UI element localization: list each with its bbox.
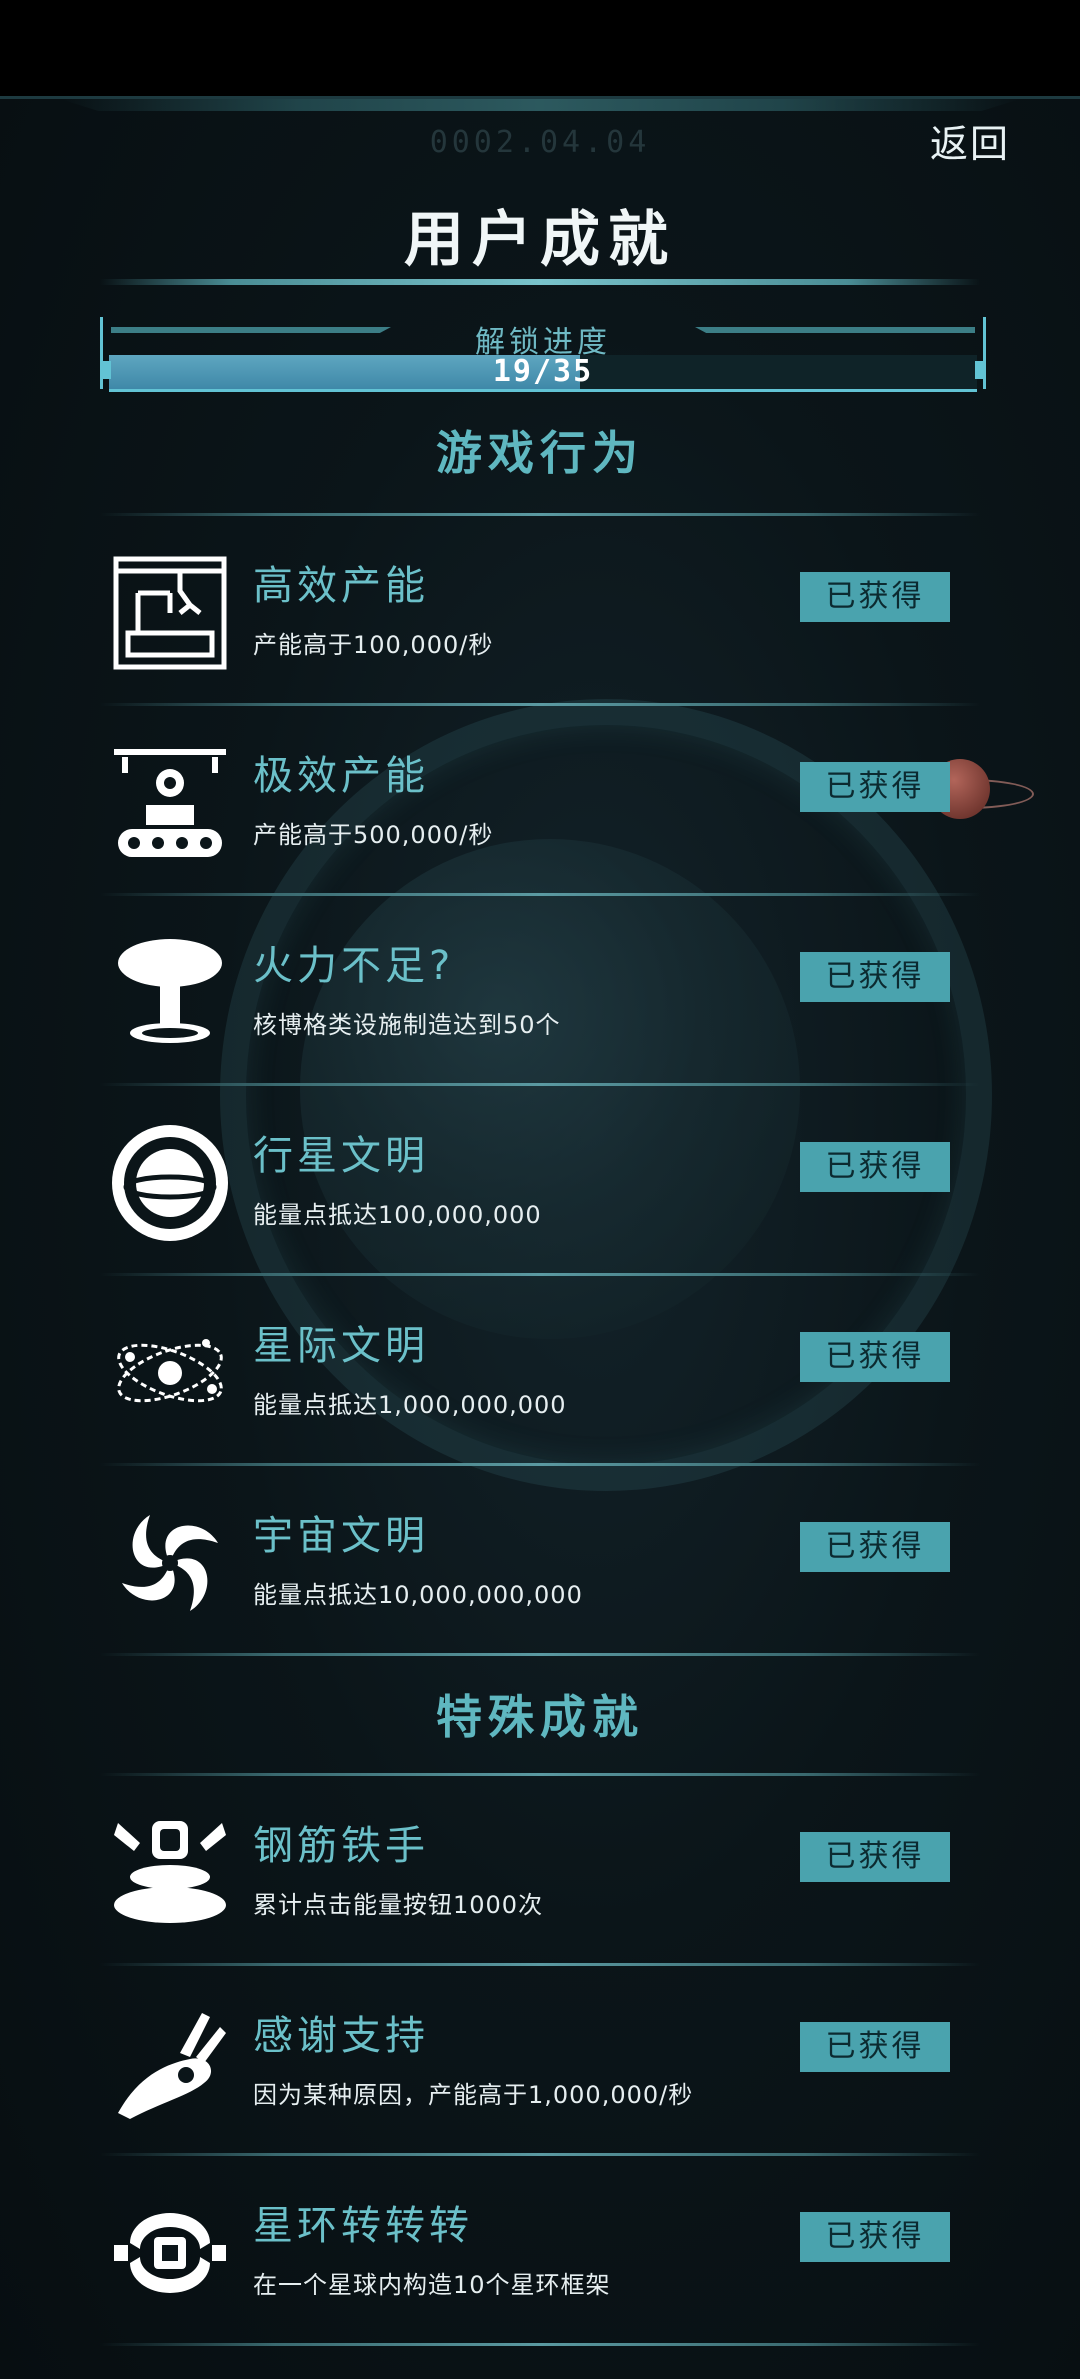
gear-conveyor-icon	[114, 749, 226, 857]
achievement-name: 宇宙文明	[253, 1513, 429, 1559]
spiral-galaxy-icon	[122, 1515, 218, 1611]
achievement-item: 极效产能 产能高于500,000/秒 已获得	[100, 703, 980, 893]
item-divider	[100, 2343, 980, 2346]
panel-top-glow	[60, 99, 1020, 111]
achievement-desc: 能量点抵达10,000,000,000	[253, 1581, 583, 1609]
achievement-status-badge: 已获得	[800, 762, 950, 812]
progress-deco-right	[695, 327, 975, 333]
achievement-status-badge: 已获得	[800, 1142, 950, 1192]
achievements-panel: 0002.04.04 返回 用户成就 解锁进度 19/35 游戏行为 高效产能	[0, 96, 1080, 2379]
achievement-status-badge: 已获得	[800, 1522, 950, 1572]
achievement-desc: 因为某种原因，产能高于1,000,000/秒	[253, 2081, 694, 2109]
achievement-item: 火力不足? 核博格类设施制造达到50个 已获得	[100, 893, 980, 1083]
ok-hand-icon	[118, 2013, 226, 2119]
achievement-status-badge: 已获得	[800, 572, 950, 622]
back-button[interactable]: 返回	[930, 113, 1010, 168]
achievement-item: 钢筋铁手 累计点击能量按钮1000次 已获得	[100, 1773, 980, 1963]
item-divider	[100, 1653, 980, 1656]
achievement-status-badge: 已获得	[800, 1832, 950, 1882]
achievement-item: 星环转转转 在一个星球内构造10个星环框架 已获得	[100, 2153, 980, 2343]
achievement-name: 星环转转转	[253, 2203, 473, 2249]
achievement-name: 火力不足?	[253, 943, 455, 989]
press-button-icon	[114, 1821, 226, 1923]
title-divider	[100, 279, 980, 285]
achievement-desc: 能量点抵达1,000,000,000	[253, 1391, 567, 1419]
progress-cap-left	[101, 361, 111, 379]
ring-frame-icon	[114, 2213, 226, 2293]
achievement-status-badge: 已获得	[800, 2022, 950, 2072]
mushroom-cloud-icon	[118, 939, 222, 1043]
progress-cap-right	[975, 361, 985, 379]
section-title-special: 特殊成就	[436, 1690, 644, 1744]
achievement-name: 钢筋铁手	[253, 1823, 429, 1869]
ringed-planet-icon	[112, 1125, 228, 1241]
page-title: 用户成就	[404, 205, 676, 275]
unlock-progress: 解锁进度 19/35	[100, 317, 986, 392]
achievement-desc: 能量点抵达100,000,000	[253, 1201, 542, 1229]
date-display: 0002.04.04	[429, 125, 651, 160]
achievement-item: 行星文明 能量点抵达100,000,000 已获得	[100, 1083, 980, 1273]
factory-robot-arm-icon	[113, 556, 227, 670]
achievement-desc: 累计点击能量按钮1000次	[253, 1891, 544, 1919]
achievement-status-badge: 已获得	[800, 2212, 950, 2262]
achievement-name: 行星文明	[253, 1133, 429, 1179]
orbit-system-icon	[117, 1339, 223, 1403]
section-title-game-behavior: 游戏行为	[436, 426, 644, 480]
achievement-item: 宇宙文明 能量点抵达10,000,000,000 已获得	[100, 1463, 980, 1653]
achievement-name: 星际文明	[253, 1323, 429, 1369]
achievement-desc: 在一个星球内构造10个星环框架	[253, 2271, 611, 2299]
achievement-item: 高效产能 产能高于100,000/秒 已获得	[100, 513, 980, 703]
achievement-name: 感谢支持	[253, 2013, 429, 2059]
achievement-item: 感谢支持 因为某种原因，产能高于1,000,000/秒 已获得	[100, 1963, 980, 2153]
achievement-item: 星际文明 能量点抵达1,000,000,000 已获得	[100, 1273, 980, 1463]
achievement-status-badge: 已获得	[800, 952, 950, 1002]
achievement-name: 高效产能	[253, 563, 429, 609]
achievement-name: 极效产能	[253, 753, 429, 799]
achievement-desc: 产能高于500,000/秒	[253, 821, 494, 849]
achievement-status-badge: 已获得	[800, 1332, 950, 1382]
achievement-desc: 核博格类设施制造达到50个	[253, 1011, 561, 1039]
progress-text: 19/35	[492, 354, 594, 389]
achievement-desc: 产能高于100,000/秒	[253, 631, 494, 659]
progress-track: 19/35	[109, 355, 977, 392]
